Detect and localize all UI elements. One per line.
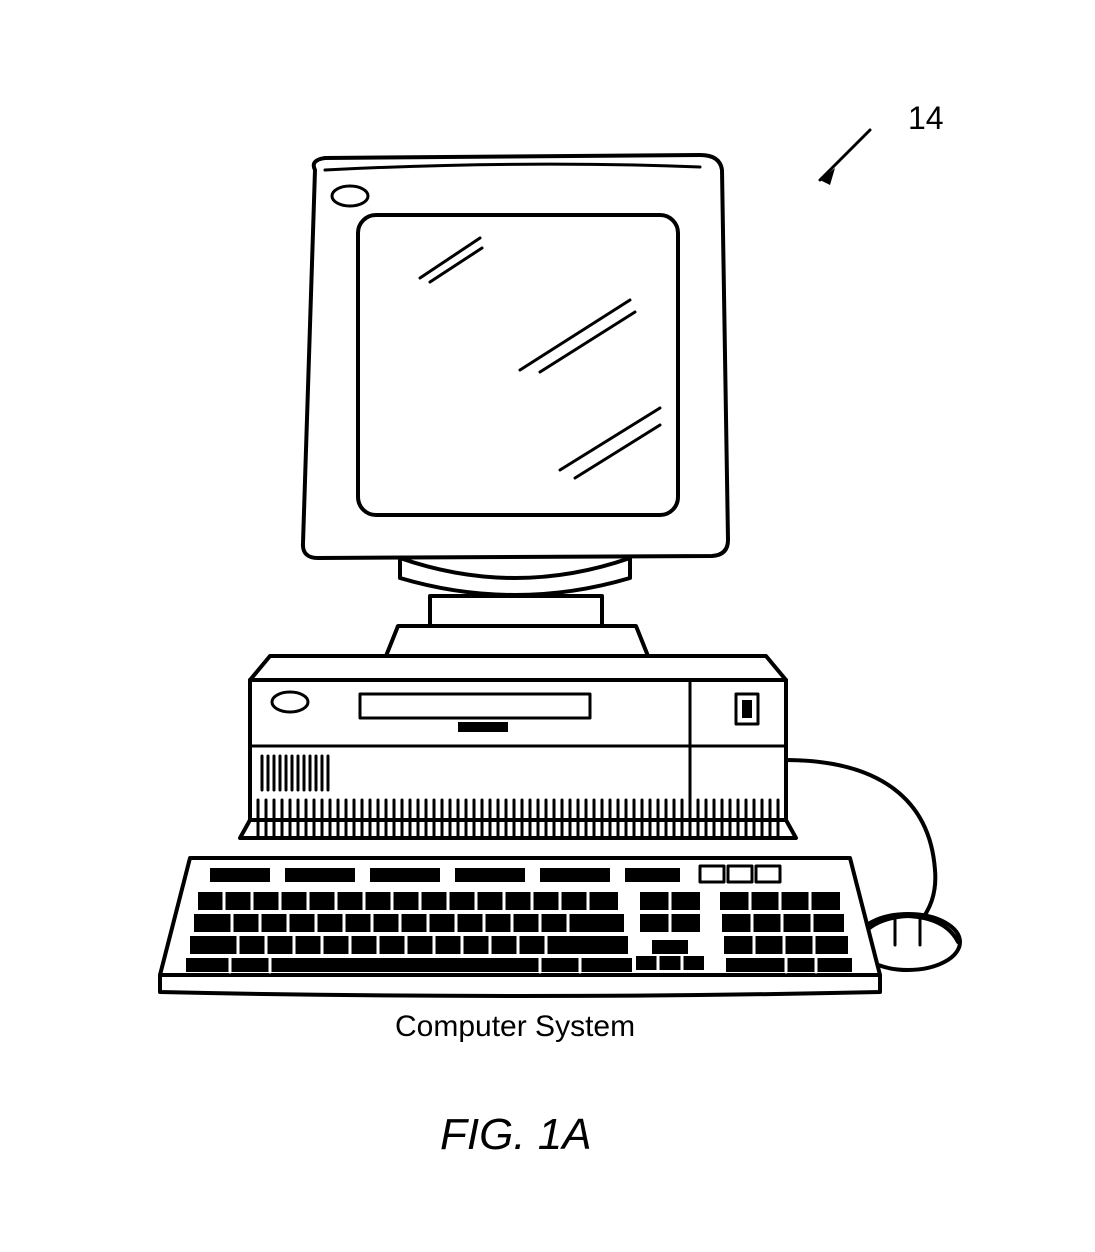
computer-system-drawing — [0, 0, 1095, 1252]
reference-number: 14 — [908, 100, 944, 137]
component-caption: Computer System — [395, 1010, 635, 1044]
keyboard-icon — [160, 858, 880, 996]
figure-label: FIG. 1A — [440, 1110, 592, 1160]
monitor-stand-icon — [386, 558, 648, 656]
reference-arrow — [820, 130, 870, 185]
figure-1a: 14 Computer System FIG. 1A — [0, 0, 1095, 1252]
monitor-icon — [303, 155, 728, 558]
